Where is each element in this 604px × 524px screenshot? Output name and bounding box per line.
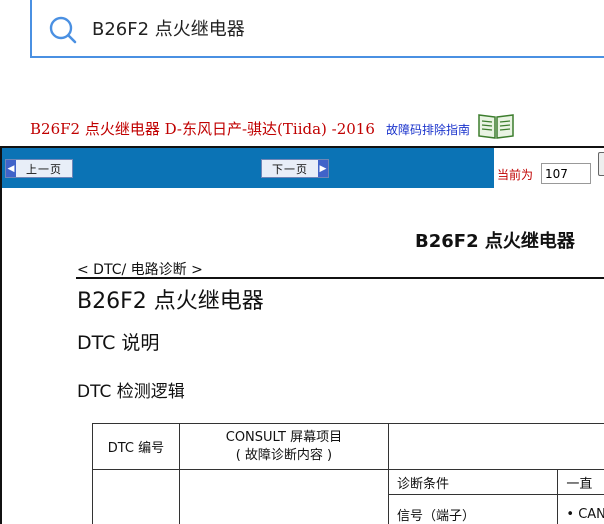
table-cell: 信号（端子） [387, 494, 559, 524]
page-title: B26F2 点火继电器 [77, 289, 264, 314]
table-cell [178, 469, 390, 524]
table-header-cell: DTC 编号 [92, 423, 180, 470]
guide-link[interactable]: 故障码排除指南 [386, 123, 470, 137]
table-cell: 诊断条件 [387, 469, 559, 495]
arrow-left-icon: ◀ [6, 160, 16, 177]
doc-title: B26F2 点火继电器 D-东风日产-骐达(Tiida) -2016 [30, 120, 375, 138]
page-number-input[interactable] [541, 163, 591, 184]
breadcrumb: < DTC/ 电路诊断 > [77, 262, 203, 278]
arrow-right-icon: ▶ [318, 160, 328, 177]
page-label: 当前为 [497, 168, 534, 182]
nav-bar: ◀ 上一页 下一页 ▶ 当前为 [2, 148, 604, 188]
page-heading: B26F2 点火继电器 [415, 231, 575, 252]
table-cell: • CAN [557, 494, 604, 524]
prev-page-label: 上一页 [26, 162, 62, 176]
next-page-button[interactable]: 下一页 ▶ [261, 159, 329, 178]
section-heading-dtc-logic: DTC 检测逻辑 [77, 382, 185, 402]
table-header-line: ( 故障诊断内容 ) [235, 447, 333, 463]
table-row: 诊断条件 一直 [92, 469, 604, 524]
next-page-label: 下一页 [272, 162, 308, 176]
divider [76, 277, 604, 279]
search-input[interactable] [92, 14, 592, 42]
section-heading-dtc-description: DTC 说明 [77, 332, 160, 354]
table-header-cell: CONSULT 屏幕项目 ( 故障诊断内容 ) [178, 423, 390, 470]
document-viewer: ◀ 上一页 下一页 ▶ 当前为 B26F2 点火继电器 < DTC/ 电路诊断 … [0, 146, 604, 524]
search-icon[interactable] [48, 15, 78, 45]
table-header-cell [388, 423, 604, 470]
go-button[interactable] [598, 152, 604, 176]
table-cell [92, 469, 180, 524]
book-icon[interactable] [477, 112, 515, 140]
doc-title-line: B26F2 点火继电器 D-东风日产-骐达(Tiida) -2016 故障码排除… [30, 112, 515, 142]
table-header-row: DTC 编号 CONSULT 屏幕项目 ( 故障诊断内容 ) [92, 423, 604, 470]
table-cell: 一直 [557, 469, 604, 495]
page-indicator: 当前为 [494, 148, 604, 188]
prev-page-button[interactable]: ◀ 上一页 [5, 159, 73, 178]
dtc-table: DTC 编号 CONSULT 屏幕项目 ( 故障诊断内容 ) 诊断条件 一直 信… [92, 423, 604, 524]
search-bar [30, 0, 604, 58]
table-header-line: CONSULT 屏幕项目 [225, 429, 343, 445]
